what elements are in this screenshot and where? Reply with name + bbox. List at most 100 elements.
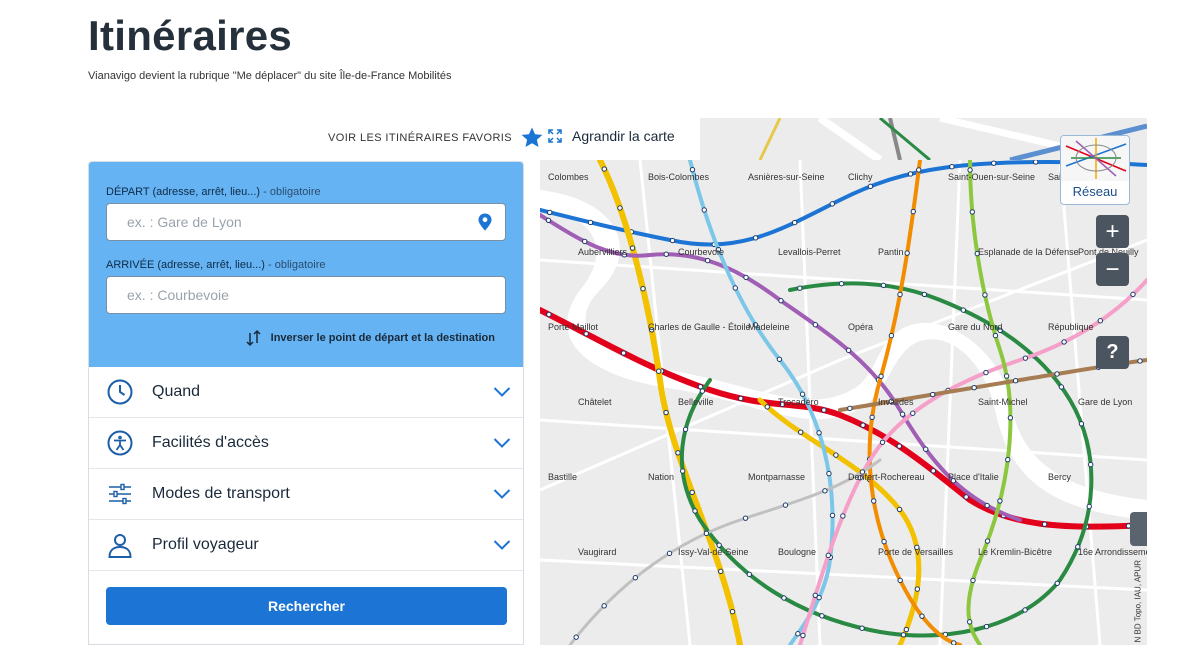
station-dot[interactable] bbox=[545, 217, 552, 224]
station-dot[interactable] bbox=[666, 550, 673, 557]
station-dot[interactable] bbox=[914, 586, 921, 592]
station-dot[interactable] bbox=[878, 373, 884, 380]
search-button[interactable]: Rechercher bbox=[106, 587, 507, 625]
station-dot[interactable] bbox=[701, 207, 707, 213]
station-dot[interactable] bbox=[746, 571, 753, 578]
station-dot[interactable] bbox=[1097, 318, 1104, 324]
station-dot[interactable] bbox=[970, 577, 976, 584]
station-dot[interactable] bbox=[983, 623, 990, 630]
station-dot[interactable] bbox=[663, 251, 669, 257]
station-dot[interactable] bbox=[573, 634, 579, 640]
zoom-in-button[interactable]: + bbox=[1096, 215, 1129, 248]
station-dot[interactable] bbox=[960, 307, 967, 313]
station-dot[interactable] bbox=[845, 347, 852, 354]
station-dot[interactable] bbox=[1041, 521, 1048, 527]
station-dot[interactable] bbox=[1086, 503, 1092, 510]
station-dot[interactable] bbox=[992, 332, 999, 339]
station-dot[interactable] bbox=[897, 577, 903, 584]
station-dot[interactable] bbox=[897, 291, 903, 298]
accordion-when[interactable]: Quand bbox=[89, 367, 523, 418]
station-dot[interactable] bbox=[900, 632, 907, 638]
station-dot[interactable] bbox=[899, 411, 906, 417]
station-dot[interactable] bbox=[880, 282, 887, 289]
station-dot[interactable] bbox=[663, 409, 669, 416]
network-map[interactable]: Colombes Bois-Colombes Asnières-sur-Seine C… bbox=[540, 160, 1147, 645]
station-dot[interactable] bbox=[797, 285, 803, 291]
station-dot[interactable] bbox=[718, 568, 724, 575]
station-dot[interactable] bbox=[764, 404, 770, 410]
station-dot[interactable] bbox=[1012, 378, 1019, 384]
station-dot[interactable] bbox=[1033, 160, 1039, 165]
station-dot[interactable] bbox=[656, 368, 662, 374]
station-dot[interactable] bbox=[617, 205, 623, 211]
station-dot[interactable] bbox=[546, 311, 552, 318]
station-dot[interactable] bbox=[896, 506, 903, 513]
station-dot[interactable] bbox=[881, 538, 887, 545]
network-plan-button[interactable]: Réseau bbox=[1060, 135, 1130, 205]
station-dot[interactable] bbox=[930, 391, 936, 398]
zoom-out-button[interactable]: − bbox=[1096, 253, 1129, 286]
station-dot[interactable] bbox=[923, 446, 929, 452]
station-dot[interactable] bbox=[949, 164, 955, 170]
station-dot[interactable] bbox=[963, 494, 969, 500]
station-dot[interactable] bbox=[983, 369, 989, 376]
station-dot[interactable] bbox=[910, 410, 916, 416]
station-dot[interactable] bbox=[971, 384, 977, 391]
station-dot[interactable] bbox=[1054, 371, 1060, 377]
help-button[interactable]: ? bbox=[1096, 336, 1129, 369]
station-dot[interactable] bbox=[703, 530, 710, 537]
station-dot[interactable] bbox=[840, 513, 846, 519]
station-dot[interactable] bbox=[825, 552, 831, 559]
station-dot[interactable] bbox=[903, 626, 910, 633]
station-dot[interactable] bbox=[1061, 339, 1067, 345]
station-dot[interactable] bbox=[699, 388, 706, 394]
accordion-transport-modes[interactable]: Modes de transport bbox=[89, 469, 523, 520]
station-dot[interactable] bbox=[692, 508, 698, 514]
expand-map-button[interactable]: Agrandir la carte bbox=[548, 128, 675, 144]
station-dot[interactable] bbox=[907, 171, 914, 177]
station-dot[interactable] bbox=[587, 219, 594, 226]
station-dot[interactable] bbox=[812, 322, 819, 328]
station-dot[interactable] bbox=[1003, 373, 1010, 379]
station-dot[interactable] bbox=[1054, 580, 1060, 586]
station-dot[interactable] bbox=[847, 405, 853, 412]
station-dot[interactable] bbox=[951, 640, 957, 645]
station-dot[interactable] bbox=[679, 468, 686, 474]
station-dot[interactable] bbox=[583, 331, 589, 337]
station-dot[interactable] bbox=[816, 430, 822, 436]
station-dot[interactable] bbox=[732, 285, 738, 291]
station-dot[interactable] bbox=[1137, 358, 1143, 364]
station-dot[interactable] bbox=[819, 613, 825, 619]
station-dot[interactable] bbox=[582, 238, 588, 245]
station-dot[interactable] bbox=[1058, 384, 1065, 390]
station-dot[interactable] bbox=[800, 632, 806, 639]
departure-input[interactable]: ex. : Gare de Lyon bbox=[106, 203, 506, 241]
station-dot[interactable] bbox=[632, 575, 639, 581]
station-dot[interactable] bbox=[888, 332, 895, 339]
station-dot[interactable] bbox=[704, 257, 711, 264]
station-dot[interactable] bbox=[821, 407, 827, 413]
station-dot[interactable] bbox=[781, 595, 787, 601]
station-dot[interactable] bbox=[930, 468, 936, 474]
station-dot[interactable] bbox=[1007, 415, 1014, 421]
swap-button[interactable]: Inverser le point de départ et la destin… bbox=[245, 329, 495, 347]
station-dot[interactable] bbox=[984, 502, 990, 509]
station-dot[interactable] bbox=[910, 208, 916, 215]
station-dot[interactable] bbox=[795, 631, 801, 637]
station-dot[interactable] bbox=[812, 592, 818, 598]
station-dot[interactable] bbox=[798, 429, 804, 435]
location-pin-icon[interactable] bbox=[477, 213, 493, 231]
station-dot[interactable] bbox=[669, 237, 676, 244]
station-dot[interactable] bbox=[1130, 291, 1136, 298]
station-dot[interactable] bbox=[640, 286, 646, 292]
station-dot[interactable] bbox=[869, 414, 875, 421]
station-dot[interactable] bbox=[1022, 355, 1029, 361]
station-dot[interactable] bbox=[871, 498, 877, 504]
station-dot[interactable] bbox=[833, 452, 839, 458]
station-dot[interactable] bbox=[916, 167, 922, 173]
station-dot[interactable] bbox=[919, 613, 925, 619]
station-dot[interactable] bbox=[547, 209, 553, 216]
station-dot[interactable] bbox=[601, 603, 607, 609]
station-dot[interactable] bbox=[743, 274, 749, 281]
station-dot[interactable] bbox=[904, 250, 910, 256]
